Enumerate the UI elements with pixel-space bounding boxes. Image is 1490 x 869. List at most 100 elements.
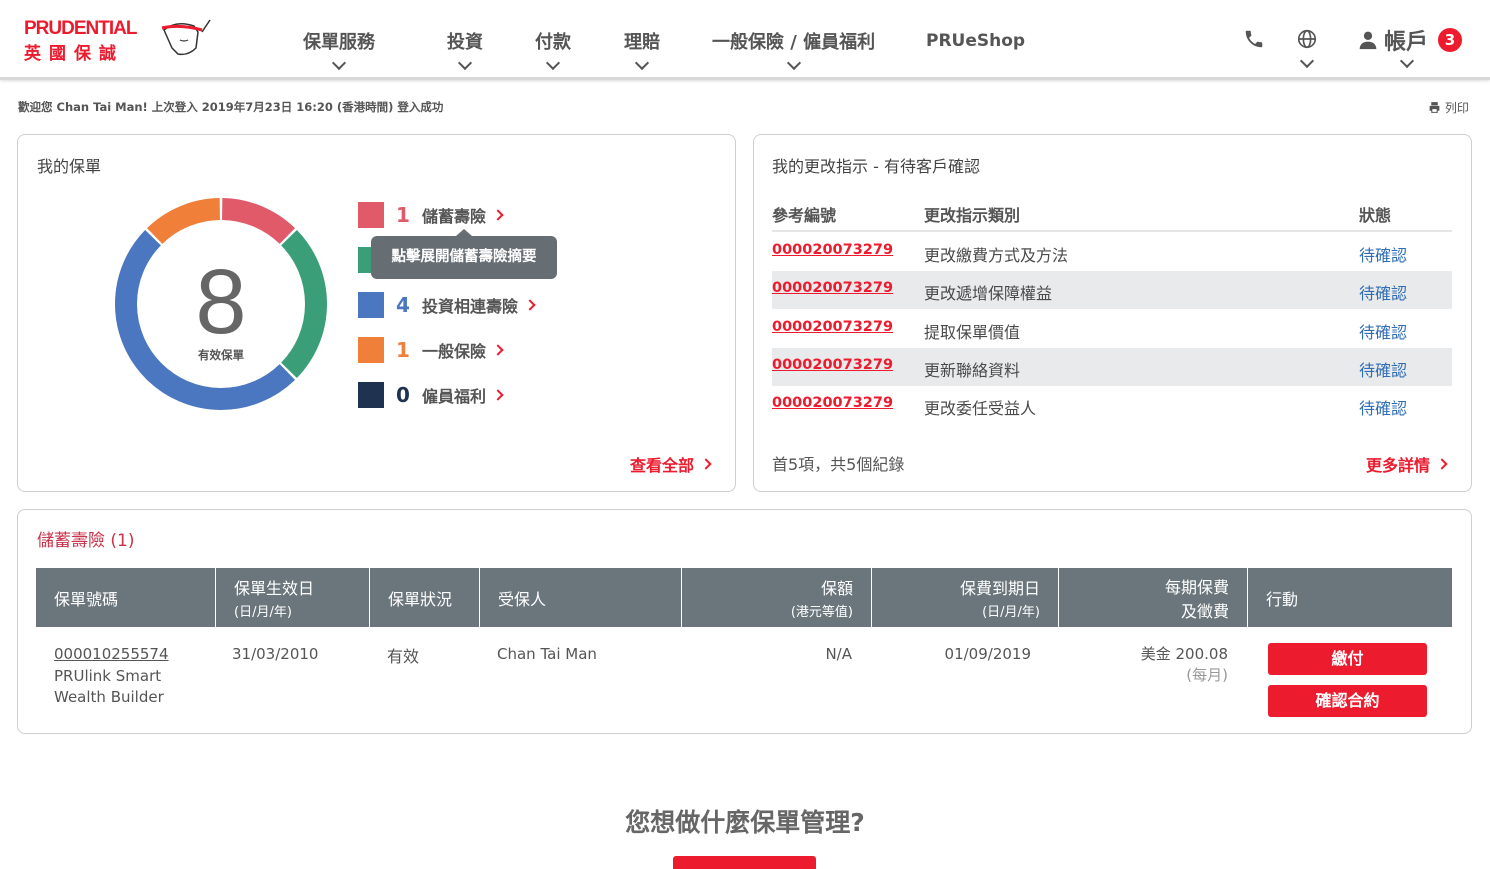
table-row: 000020073279 更改繳費方式及方法 待確認 (772, 233, 1452, 271)
prudential-logo[interactable]: PRUDENTIAL 英國保誠 (24, 18, 211, 64)
col-action: 行動 (1266, 589, 1299, 609)
chevron-down-icon (634, 55, 650, 71)
legend-label: 僱員福利 (422, 387, 487, 406)
savings-tooltip: 點擊展開儲蓄壽險摘要 (371, 229, 557, 279)
account-menu[interactable]: 帳戶 3 (1358, 24, 1463, 56)
col-effective-date: 保單生效日 (日/月/年) (216, 568, 370, 627)
reference-link[interactable]: 000020073279 (772, 242, 893, 258)
donut-segment[interactable] (280, 229, 327, 379)
instructions-title: 我的更改指示 - 有待客戶確認 (772, 157, 980, 176)
brand-cn-name: 英國保誠 (24, 44, 124, 64)
pay-button[interactable]: 繳付 (1268, 643, 1427, 675)
premium-frequency: (每月) (1186, 666, 1228, 684)
col-due-date: 保費到期日 (日/月/年) (872, 568, 1059, 627)
chevron-down-icon[interactable] (1299, 53, 1315, 69)
printer-icon (1429, 102, 1440, 113)
table-row: 000020073279 提取保單價值 待確認 (772, 310, 1452, 348)
product-name-line1: PRUlink Smart (54, 667, 162, 685)
sum-insured: N/A (825, 645, 852, 663)
policy-management-question: 您想做什麼保單管理? (625, 808, 865, 837)
col-insured: 受保人 (480, 568, 682, 627)
legend-count: 0 (396, 383, 410, 407)
legend-count: 4 (396, 293, 410, 317)
premium-due-date: 01/09/2019 (944, 645, 1031, 663)
policy-number-link[interactable]: 000010255574 (54, 645, 169, 663)
product-name-line2: Wealth Builder (54, 688, 164, 706)
my-policies-title: 我的保單 (37, 157, 102, 176)
status-header: 狀態 (1359, 206, 1392, 225)
donut-segment[interactable] (146, 198, 221, 245)
notification-badge: 3 (1438, 28, 1463, 52)
chevron-down-icon (545, 55, 561, 71)
user-icon (1359, 31, 1377, 50)
brand-name: PRUDENTIAL (24, 18, 137, 39)
records-summary: 首5項，共5個紀錄 (772, 455, 905, 474)
legend-label: 投資相連壽險 (422, 297, 519, 316)
legend-label: 一般保險 (422, 342, 487, 361)
reference-link[interactable]: 000020073279 (772, 319, 893, 335)
nav-claims[interactable]: 理賠 (624, 28, 660, 71)
col-premium: 每期保費 及徵費 (1059, 568, 1248, 627)
instruction-type: 更新聯絡資料 (924, 361, 1021, 380)
nav-policy-service[interactable]: 保單服務 (303, 28, 375, 71)
status-link[interactable]: 待確認 (1359, 357, 1407, 381)
chevron-right-icon (1436, 458, 1448, 470)
col-policy-no: 保單號碼 (36, 568, 216, 627)
nav-payment[interactable]: 付款 (535, 28, 571, 71)
policy-management-button[interactable] (673, 856, 816, 869)
total-policies-label: 有效保單 (198, 348, 244, 362)
table-row: 000020073279 更改遞增保障權益 待確認 (772, 271, 1452, 309)
legend-item[interactable]: 1 一般保險 (358, 336, 504, 364)
insured-name: Chan Tai Man (497, 645, 597, 663)
legend-item[interactable]: 0 僱員福利 (358, 381, 504, 409)
globe-icon[interactable] (1296, 28, 1318, 54)
phone-icon[interactable] (1243, 28, 1265, 54)
view-all-link[interactable]: 查看全部 (630, 452, 712, 476)
table-row: 000020073279 更改委任受益人 待確認 (772, 386, 1452, 424)
chevron-down-icon (786, 55, 801, 71)
nav-general-insurance[interactable]: 一般保險 / 僱員福利 (712, 28, 875, 71)
reference-link[interactable]: 000020073279 (772, 357, 893, 373)
legend-count: 1 (396, 338, 410, 362)
ref-header: 參考編號 (772, 206, 837, 225)
table-row: 000020073279 更新聯絡資料 待確認 (772, 348, 1452, 386)
donut-segment[interactable] (221, 198, 296, 245)
legend-item[interactable]: 4 投資相連壽險 (358, 291, 536, 319)
top-header: PRUDENTIAL 英國保誠 保單服務 投資 付款 理賠 一般保險 / 僱員福… (0, 0, 1490, 80)
legend-item[interactable]: 1 儲蓄壽險 (358, 201, 504, 229)
legend-swatch (358, 292, 384, 318)
nav-investment[interactable]: 投資 (447, 28, 483, 71)
nav-prueshop[interactable]: PRUeShop (926, 31, 1025, 51)
legend-label: 儲蓄壽險 (422, 207, 487, 226)
status-link[interactable]: 待確認 (1359, 280, 1407, 304)
chevron-right-icon (492, 389, 504, 401)
confirm-contract-button[interactable]: 確認合約 (1268, 685, 1427, 717)
account-label: 帳戶 (1384, 30, 1429, 55)
prudence-head-icon (161, 19, 211, 56)
col-status: 保單狀況 (370, 568, 480, 627)
instruction-type: 更改遞增保障權益 (924, 284, 1053, 303)
chevron-right-icon (492, 344, 504, 356)
chevron-down-icon (331, 55, 347, 71)
type-header: 更改指示類別 (924, 206, 1021, 225)
policy-status: 有效 (387, 647, 420, 666)
chevron-right-icon (524, 299, 536, 311)
instructions-table-header: 參考編號 更改指示類別 狀態 (772, 200, 1452, 232)
legend-count: 1 (396, 203, 410, 227)
chevron-down-icon (457, 55, 473, 71)
status-link[interactable]: 待確認 (1359, 395, 1407, 419)
policy-table-header: 保單號碼 保單生效日 (日/月/年) 保單狀況 受保人 保額 (港元等值) 保費到期… (36, 568, 1452, 627)
welcome-message: 歡迎您 Chan Tai Man! 上次登入 2019年7月23日 16:20 … (18, 100, 444, 114)
effective-date: 31/03/2010 (232, 645, 319, 663)
chevron-down-icon[interactable] (1399, 53, 1415, 69)
savings-section-title: 儲蓄壽險 (1) (37, 531, 135, 551)
reference-link[interactable]: 000020073279 (772, 280, 893, 296)
print-button[interactable]: 列印 (1428, 99, 1469, 116)
reference-link[interactable]: 000020073279 (772, 395, 893, 411)
status-link[interactable]: 待確認 (1359, 319, 1407, 343)
more-details-link[interactable]: 更多詳情 (1366, 452, 1448, 476)
total-policies-count: 8 (195, 251, 247, 353)
legend-swatch (358, 382, 384, 408)
status-link[interactable]: 待確認 (1359, 242, 1407, 266)
col-sum-insured: 保額 (港元等值) (682, 568, 872, 627)
